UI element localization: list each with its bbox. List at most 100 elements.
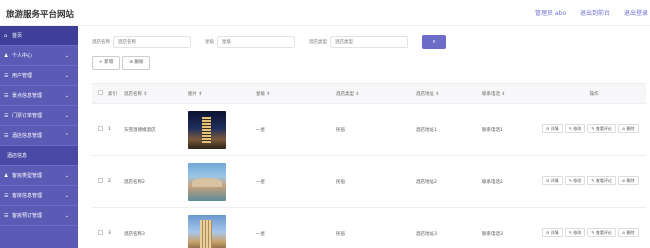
type-cell: 民宿 [336,231,345,237]
column-header-actions: 操作 [589,91,599,97]
hotel-photo[interactable] [188,110,226,149]
row-index: 1 [108,127,111,132]
row-checkbox-cell [92,230,108,237]
sidebar-item-user-management[interactable]: ☰ 用户管理 ⌄ [0,66,78,86]
address-cell: 酒店地址2 [416,179,437,185]
column-header-index: 索引 [108,91,117,97]
row-checkbox[interactable] [98,126,103,131]
view-reviews-button[interactable]: ✎ 查看评论 [587,124,616,133]
sidebar-item-room-info[interactable]: ☰ 客房信息管理 ⌄ [0,186,78,206]
edit-button[interactable]: ✎ 修改 [564,124,586,133]
star-cell: 一星 [256,127,265,133]
delete-button[interactable]: ⊘ 删除 [617,124,639,133]
sidebar-item-ticket-orders[interactable]: ☰ 门票订单管理 ⌄ [0,106,78,126]
star-input[interactable] [217,36,295,48]
admin-user-label[interactable]: 管理员 abo [535,10,566,17]
chevron-down-icon: ⌄ [64,173,69,179]
site-title: 旅游服务平台网站 [6,10,75,20]
chevron-down-icon: ⌄ [64,113,69,119]
list-icon: ☰ [4,73,9,79]
hotel-name-input[interactable] [113,36,191,48]
actions-cell: ⊟ 详情 ✎ 修改 ✎ 查看评论 ⊘ 删除 [542,124,646,135]
select-all-checkbox-cell [92,90,108,97]
chevron-down-icon: ⌄ [64,193,69,199]
row-checkbox-cell [92,126,108,133]
hotel-image-cell [188,110,252,149]
actions-cell: ⊟ 详情 ✎ 修改 ✎ 查看评论 ⊘ 删除 [542,176,646,187]
sidebar-item-room-types[interactable]: ♟ 客房类型管理 ⌄ [0,166,78,186]
select-all-checkbox[interactable] [98,90,103,95]
hotel-name-cell: 东莞温德姆酒店 [124,127,156,133]
phone-cell: 联系电话2 [482,179,503,185]
column-header-type[interactable]: 酒店类型 ⇕ [332,91,412,97]
sidebar-item-personal-center[interactable]: ♟ 个人中心 ⌄ [0,46,78,66]
row-index: 3 [108,231,111,236]
actions-cell: ⊟ 详情 ✎ 修改 ✎ 查看评论 ⊘ 删除 [542,228,646,239]
search-icon: ⌕ [432,38,436,45]
address-cell: 酒店地址1 [416,127,437,133]
sidebar-item-home[interactable]: ⌂ 首页 [0,26,78,46]
view-reviews-button[interactable]: ✎ 查看评论 [587,228,616,237]
row-checkbox[interactable] [98,178,103,183]
delete-button[interactable]: ⊘ 删除 [617,176,639,185]
sidebar-item-hotel-management[interactable]: ☰ 酒店信息管理 ⌃ [0,126,78,146]
hotel-table: 索引 酒店名称 ⇕ 图片 ⇕ 星级 ⇕ 酒店类型 ⇕ 酒店地址 ⇕ 联系电话 ⇕… [92,83,646,248]
sidebar-item-label: 景点信息管理 [12,93,43,99]
search-button[interactable]: ⌕ [422,35,446,49]
user-icon: ♟ [4,53,9,59]
sidebar-item-label: 用户管理 [12,73,33,79]
star-cell: 一星 [256,179,265,185]
detail-button[interactable]: ⊟ 详情 [542,124,563,133]
row-checkbox-cell [92,178,108,185]
sidebar: ⌂ 首页 ♟ 个人中心 ⌄ ☰ 用户管理 ⌄ ☰ 景点信息管理 ⌄ ☰ 门票订单管理 ⌄ … [0,26,78,248]
phone-cell: 联系电话1 [482,127,503,133]
toolbar: + 新增 ⊘ 删除 [92,56,152,70]
edit-button[interactable]: ✎ 修改 [564,228,586,237]
column-header-name[interactable]: 酒店名称 ⇕ [120,91,188,97]
sidebar-item-scenic-spots[interactable]: ☰ 景点信息管理 ⌄ [0,86,78,106]
phone-cell: 联系电话3 [482,231,503,237]
address-cell: 酒店地址3 [416,231,437,237]
column-header-star[interactable]: 星级 ⇕ [252,91,332,97]
batch-delete-button[interactable]: ⊘ 删除 [122,56,151,70]
view-reviews-button[interactable]: ✎ 查看评论 [587,176,616,185]
chevron-down-icon: ⌄ [64,93,69,99]
row-index: 2 [108,179,111,184]
logout-link[interactable]: 退出登录 [624,10,648,17]
sidebar-subitem-hotel-info[interactable]: 酒店信息 [0,146,78,166]
table-row: 3 酒店名称3 一星 民宿 酒店地址3 联系电话3 ⊟ 详情 ✎ 修改 ✎ 查看… [92,208,646,248]
detail-button[interactable]: ⊟ 详情 [542,176,563,185]
hotel-type-input[interactable] [330,36,408,48]
home-icon: ⌂ [4,33,8,39]
list-icon: ☰ [4,193,9,199]
hotel-image-cell [188,214,252,248]
detail-button[interactable]: ⊟ 详情 [542,228,563,237]
delete-button[interactable]: ⊘ 删除 [617,228,639,237]
chevron-down-icon: ⌄ [64,53,69,59]
hotel-name-label: 酒店名称 [92,40,110,45]
list-icon: ☰ [4,93,9,99]
column-header-phone[interactable]: 联系电话 ⇕ [478,91,542,97]
sidebar-item-label: 酒店信息 [7,153,28,159]
list-icon: ☰ [4,133,9,139]
list-icon: ☰ [4,213,9,219]
user-icon: ♟ [4,173,9,179]
search-bar: 酒店名称 星级 酒店类型 ⌕ [92,35,446,49]
back-to-frontend-link[interactable]: 退出到前台 [580,10,610,17]
hotel-name-cell: 酒店名称2 [124,179,145,185]
add-button[interactable]: + 新增 [92,56,121,70]
row-checkbox[interactable] [98,230,103,235]
hotel-photo[interactable] [188,214,226,248]
sidebar-item-label: 首页 [12,33,23,39]
hotel-photo[interactable] [188,162,226,201]
edit-button[interactable]: ✎ 修改 [564,176,586,185]
sidebar-item-room-booking[interactable]: ☰ 客房预订管理 ⌄ [0,206,78,226]
sidebar-item-label: 个人中心 [12,53,33,59]
main-content: 酒店名称 星级 酒店类型 ⌕ + 新增 ⊘ 删除 索引 酒店名称 ⇕ 图片 ⇕ … [78,26,650,248]
column-header-image[interactable]: 图片 ⇕ [188,91,252,97]
table-row: 1 东莞温德姆酒店 一星 民宿 酒店地址1 联系电话1 ⊟ 详情 ✎ 修改 ✎ … [92,104,646,156]
column-header-address[interactable]: 酒店地址 ⇕ [412,91,478,97]
hotel-image-cell [188,162,252,201]
sidebar-item-label: 门票订单管理 [12,113,43,119]
chevron-up-icon: ⌃ [64,133,69,139]
